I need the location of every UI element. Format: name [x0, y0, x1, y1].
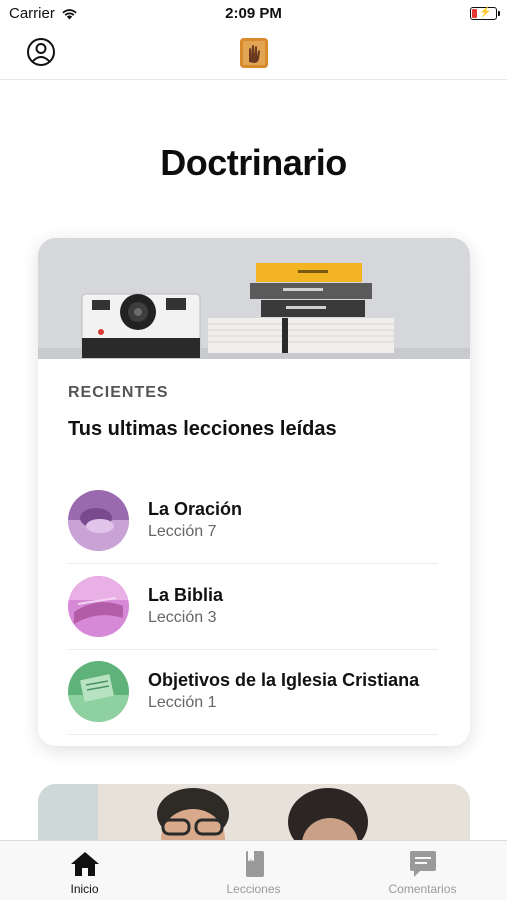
app-screen: Carrier 2:09 PM ⚡ Doctrinario RECIENTES … — [0, 0, 507, 900]
divider — [68, 734, 438, 735]
tab-lecciones[interactable]: Lecciones — [169, 841, 338, 900]
section-label: RECIENTES — [68, 384, 169, 401]
comment-icon — [409, 851, 436, 877]
page-title: Doctrinario — [160, 142, 347, 183]
lesson-list-item[interactable]: La Biblia Lección 3 — [68, 564, 438, 650]
lesson-thumbnail — [68, 661, 129, 722]
section-heading: Tus ultimas lecciones leídas — [68, 418, 337, 440]
lesson-title: Objetivos de la Iglesia Cristiana — [148, 670, 420, 690]
status-bar: Carrier 2:09 PM ⚡ — [0, 0, 507, 28]
tab-label: Inicio — [70, 882, 99, 896]
recent-lessons-card[interactable]: RECIENTES Tus ultimas lecciones leídas L… — [38, 238, 470, 746]
tab-inicio[interactable]: Inicio — [0, 841, 169, 900]
lesson-title: La Biblia — [148, 585, 224, 605]
card-hero-image — [38, 238, 470, 359]
tab-comentarios[interactable]: Comentarios — [338, 841, 507, 900]
status-time: 2:09 PM — [225, 5, 282, 22]
battery-icon: ⚡ — [470, 7, 500, 20]
lesson-list-item[interactable]: Objetivos de la Iglesia Cristiana Lecció… — [68, 649, 438, 735]
tab-label: Lecciones — [226, 882, 281, 896]
home-icon — [70, 852, 99, 876]
lesson-thumbnail — [68, 490, 129, 551]
lesson-subtitle: Lección 1 — [148, 694, 217, 711]
lesson-subtitle: Lección 3 — [148, 609, 217, 626]
lesson-title: La Oración — [148, 499, 243, 519]
book-icon — [245, 851, 264, 877]
lesson-subtitle: Lección 7 — [148, 523, 217, 540]
app-logo-icon — [240, 38, 268, 68]
lesson-thumbnail — [68, 576, 129, 637]
tab-bar: Inicio Lecciones Comentarios — [0, 840, 507, 900]
tab-label: Comentarios — [388, 882, 457, 896]
lesson-list-item[interactable]: La Oración Lección 7 — [68, 478, 438, 564]
person-circle-icon[interactable] — [26, 37, 56, 67]
navigation-bar — [0, 28, 507, 80]
